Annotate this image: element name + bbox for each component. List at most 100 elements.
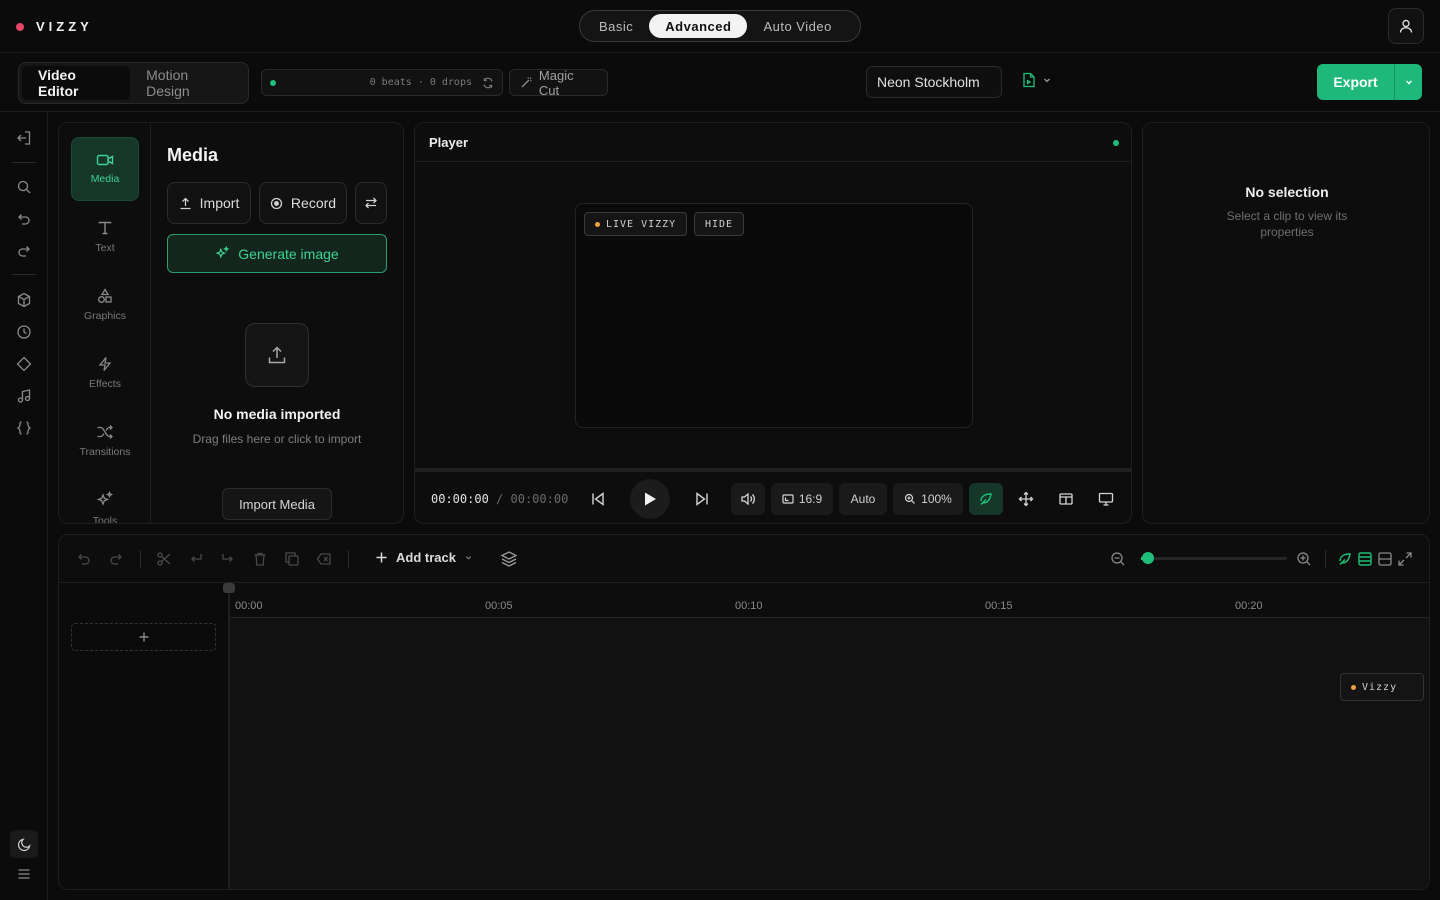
play-button[interactable] <box>630 479 670 519</box>
exit-icon[interactable] <box>16 130 32 146</box>
aspect-ratio-button[interactable]: 16:9 <box>771 483 833 515</box>
editor-toolbar: Video Editor Motion Design 0 beats · 0 d… <box>0 53 1440 112</box>
skip-forward-button[interactable] <box>687 483 717 515</box>
cube-icon[interactable] <box>16 292 32 308</box>
chevron-down-icon <box>1044 78 1050 83</box>
category-effects[interactable]: Effects <box>71 341 139 405</box>
zoom-in-icon[interactable] <box>1296 551 1312 567</box>
mode-tab-auto-video[interactable]: Auto Video <box>747 14 847 38</box>
chevron-down-icon <box>465 556 472 560</box>
skip-back-button[interactable] <box>583 483 613 515</box>
snap-icon[interactable] <box>1337 551 1353 567</box>
code-braces-icon[interactable] <box>16 420 32 436</box>
split-view-icon[interactable] <box>1377 551 1393 567</box>
hide-button[interactable]: HIDE <box>694 212 745 236</box>
redo-icon[interactable] <box>16 243 32 259</box>
import-button[interactable]: Import <box>167 182 251 224</box>
search-icon[interactable] <box>16 179 32 195</box>
export-button[interactable]: Export <box>1317 74 1394 90</box>
add-lane-button[interactable] <box>71 623 216 651</box>
timeline-zoom-handle[interactable] <box>1142 552 1154 564</box>
trash-icon[interactable] <box>252 551 268 567</box>
vizzy-badge[interactable]: Vizzy <box>1340 673 1424 701</box>
duplicate-icon[interactable] <box>284 551 300 567</box>
generate-image-button[interactable]: Generate image <box>167 234 387 273</box>
refresh-icon[interactable] <box>482 77 494 89</box>
video-camera-icon <box>96 154 114 166</box>
account-button[interactable] <box>1388 8 1424 44</box>
scissors-icon[interactable] <box>156 551 172 567</box>
text-icon <box>98 221 112 235</box>
category-label: Effects <box>89 378 121 390</box>
track-headers <box>59 583 229 889</box>
menu-icon[interactable] <box>16 866 32 882</box>
play-icon <box>645 492 656 506</box>
layout-button[interactable] <box>1049 483 1083 515</box>
beat-count: 0 beats · 0 drops <box>369 77 472 88</box>
undo-icon[interactable] <box>16 211 32 227</box>
snap-icon <box>980 493 992 505</box>
quality-button[interactable]: Auto <box>839 483 887 515</box>
tracks-view-icon[interactable] <box>1357 551 1373 567</box>
monitor-icon <box>1098 492 1114 506</box>
tab-motion-design[interactable]: Motion Design <box>130 66 245 100</box>
split-right-icon[interactable] <box>220 551 236 567</box>
magic-cut-button[interactable]: Magic Cut <box>509 68 608 98</box>
clear-icon[interactable] <box>316 551 332 567</box>
brand-logo[interactable]: VIZZY <box>16 19 93 34</box>
undo-icon[interactable] <box>76 551 92 567</box>
import-media-button[interactable]: Import Media <box>222 488 332 520</box>
fullscreen-monitor-button[interactable] <box>1089 483 1123 515</box>
volume-button[interactable] <box>731 483 765 515</box>
time-separator: / <box>496 492 504 506</box>
timeline-lanes[interactable] <box>229 618 1429 889</box>
category-media[interactable]: Media <box>71 137 139 201</box>
category-graphics[interactable]: Graphics <box>71 273 139 337</box>
zoom-out-icon[interactable] <box>1110 551 1126 567</box>
playback-scrubber[interactable] <box>415 468 1131 472</box>
diamond-icon[interactable] <box>16 356 32 372</box>
upload-dropzone[interactable] <box>245 323 309 387</box>
zoom-button[interactable]: 100% <box>893 483 963 515</box>
layers-icon[interactable] <box>500 550 518 568</box>
timecode: 00:00:00 / 00:00:00 <box>431 492 568 506</box>
expand-icon[interactable] <box>1397 551 1413 567</box>
category-transitions[interactable]: Transitions <box>71 409 139 473</box>
timeline-toolbar: Add track <box>59 535 1429 583</box>
volume-icon <box>741 492 755 506</box>
export-options-button[interactable] <box>1394 64 1422 100</box>
history-icon[interactable] <box>16 324 32 340</box>
record-button[interactable]: Record <box>259 182 347 224</box>
category-text[interactable]: Text <box>71 205 139 269</box>
document-menu-button[interactable] <box>1022 72 1052 88</box>
player-panel: Player LIVE VIZZY HIDE 00:00:00 / 00:00:… <box>414 122 1132 524</box>
import-label: Import <box>199 195 240 211</box>
music-icon[interactable] <box>16 388 32 404</box>
beat-status-dot <box>270 79 276 86</box>
preview-canvas[interactable]: LIVE VIZZY HIDE <box>575 203 973 428</box>
beat-detector[interactable]: 0 beats · 0 drops <box>261 69 503 96</box>
mode-tab-basic[interactable]: Basic <box>583 14 649 38</box>
export-button-group: Export <box>1317 64 1422 100</box>
mode-tab-advanced[interactable]: Advanced <box>649 14 748 38</box>
project-name-field[interactable]: Neon Stockholm <box>866 66 1002 98</box>
live-label: LIVE VIZZY <box>606 218 677 230</box>
live-badge[interactable]: LIVE VIZZY <box>584 212 688 236</box>
snap-toggle-button[interactable] <box>969 483 1003 515</box>
playhead-handle[interactable] <box>223 583 235 593</box>
chevron-down-icon <box>1405 80 1412 85</box>
swap-button[interactable] <box>355 182 387 224</box>
user-icon <box>1399 19 1413 33</box>
tab-video-editor[interactable]: Video Editor <box>22 66 131 100</box>
category-tools[interactable]: Tools <box>71 477 139 523</box>
theme-toggle-button[interactable] <box>10 830 38 858</box>
redo-icon[interactable] <box>108 551 124 567</box>
move-tool-button[interactable] <box>1009 483 1043 515</box>
timeline-zoom-slider[interactable] <box>1141 557 1287 560</box>
quality-label: Auto <box>850 492 876 506</box>
properties-hint: Select a clip to view its properties <box>1226 209 1348 239</box>
add-track-button[interactable]: Add track <box>375 550 473 565</box>
toolbar-divider <box>140 550 141 568</box>
split-left-icon[interactable] <box>188 551 204 567</box>
timeline-ruler[interactable]: 00:00 00:05 00:10 00:15 00:20 <box>229 583 1429 618</box>
